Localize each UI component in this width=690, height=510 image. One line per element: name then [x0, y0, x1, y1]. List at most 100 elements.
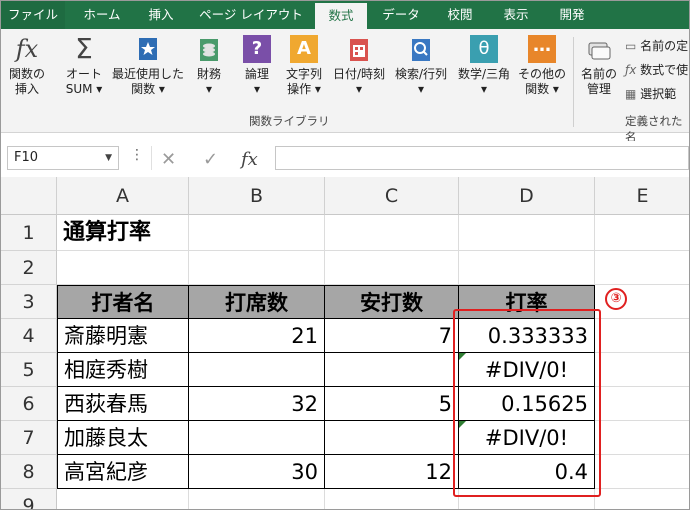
- excel-window: ファイル ホーム 挿入 ページ レイアウト 数式 データ 校閲 表示 開発 fx…: [0, 0, 690, 510]
- formula-input[interactable]: [275, 146, 689, 170]
- date-time-button[interactable]: 日付/時刻 ▾: [329, 35, 389, 97]
- table-row-hits[interactable]: [325, 421, 459, 455]
- cell-c2[interactable]: [325, 251, 459, 285]
- cell-e6[interactable]: [595, 387, 689, 421]
- ribbon-tab-bar: ファイル ホーム 挿入 ページ レイアウト 数式 データ 校閲 表示 開発: [1, 1, 689, 29]
- tab-page-layout[interactable]: ページ レイアウト: [193, 1, 309, 29]
- cell-a9[interactable]: [57, 489, 189, 509]
- name-tag-icon: ▭: [625, 39, 641, 53]
- table-row-name[interactable]: 高宮紀彦: [57, 455, 189, 489]
- tab-data[interactable]: データ: [373, 1, 429, 29]
- tab-home[interactable]: ホーム: [73, 1, 131, 29]
- theta-book-icon: θ: [470, 35, 498, 63]
- table-row-hits[interactable]: 12: [325, 455, 459, 489]
- table-row-name[interactable]: 西荻春馬: [57, 387, 189, 421]
- table-header-batter[interactable]: 打者名: [57, 285, 189, 319]
- table-row-hits[interactable]: 5: [325, 387, 459, 421]
- create-from-selection-button[interactable]: ▦ 選択範: [625, 85, 676, 102]
- table-row-name[interactable]: 加藤良太: [57, 421, 189, 455]
- column-header-e[interactable]: E: [595, 177, 689, 215]
- use-in-formula-button[interactable]: ƒx 数式で使: [625, 61, 688, 78]
- column-header-d[interactable]: D: [459, 177, 595, 215]
- function-library-group-label: 関数ライブラリ: [249, 114, 330, 128]
- text-book-icon: A: [290, 35, 318, 63]
- define-name-button[interactable]: ▭ 名前の定: [625, 37, 688, 54]
- table-row-at-bats[interactable]: [189, 421, 325, 455]
- tab-formulas[interactable]: 数式: [315, 3, 367, 29]
- cancel-icon[interactable]: ✕: [161, 149, 176, 170]
- cell-d1[interactable]: [459, 215, 595, 251]
- cell-a2[interactable]: [57, 251, 189, 285]
- row-header-6[interactable]: 6: [1, 387, 57, 421]
- cell-b2[interactable]: [189, 251, 325, 285]
- row-header-2[interactable]: 2: [1, 251, 57, 285]
- cell-e1[interactable]: [595, 215, 689, 251]
- cell-a1-title[interactable]: 通算打率: [57, 215, 189, 251]
- tab-insert[interactable]: 挿入: [135, 1, 187, 29]
- column-header-a[interactable]: A: [57, 177, 189, 215]
- fx-small-icon: ƒx: [625, 63, 641, 77]
- sigma-icon: Σ: [75, 32, 93, 65]
- recently-used-button[interactable]: 最近使用した 関数 ▾: [109, 35, 187, 97]
- insert-function-icon[interactable]: fx: [241, 149, 258, 170]
- formula-bar: F10 ▼ ⋮ ✕ ✓ fx: [1, 141, 689, 173]
- table-row-at-bats[interactable]: [189, 353, 325, 387]
- name-box[interactable]: F10 ▼: [7, 146, 119, 170]
- cell-b1[interactable]: [189, 215, 325, 251]
- text-functions-button[interactable]: A 文字列 操作 ▾: [281, 35, 327, 97]
- row-header-3[interactable]: 3: [1, 285, 57, 319]
- row-header-8[interactable]: 8: [1, 455, 57, 489]
- cell-e2[interactable]: [595, 251, 689, 285]
- table-row-at-bats[interactable]: 32: [189, 387, 325, 421]
- tab-review[interactable]: 校閲: [435, 1, 485, 29]
- lookup-reference-button[interactable]: 検索/行列 ▾: [391, 35, 451, 97]
- fx-icon: fx: [15, 35, 39, 63]
- more-functions-button[interactable]: … その他の 関数 ▾: [517, 35, 567, 97]
- grid-select-icon: ▦: [625, 87, 641, 101]
- cell-b9[interactable]: [189, 489, 325, 509]
- vertical-dots-icon: ⋮: [130, 147, 144, 163]
- cell-e4[interactable]: [595, 319, 689, 353]
- math-trig-button[interactable]: θ 数学/三角 ▾: [453, 35, 515, 97]
- enter-check-icon[interactable]: ✓: [203, 149, 218, 170]
- row-header-1[interactable]: 1: [1, 215, 57, 251]
- row-header-9[interactable]: 9: [1, 489, 57, 509]
- row-header-4[interactable]: 4: [1, 319, 57, 353]
- cell-c9[interactable]: [325, 489, 459, 509]
- question-book-icon: ?: [243, 35, 271, 63]
- table-row-hits[interactable]: [325, 353, 459, 387]
- autosum-button[interactable]: Σ オート SUM ▾: [59, 35, 109, 97]
- table-row-at-bats[interactable]: 30: [189, 455, 325, 489]
- coins-icon: [200, 39, 218, 61]
- column-header-c[interactable]: C: [325, 177, 459, 215]
- row-header-7[interactable]: 7: [1, 421, 57, 455]
- table-header-plate-appearances[interactable]: 打席数: [189, 285, 325, 319]
- chevron-down-icon: ▼: [105, 153, 112, 163]
- cell-d2[interactable]: [459, 251, 595, 285]
- calendar-icon: [350, 39, 368, 61]
- select-all-corner[interactable]: [1, 177, 57, 215]
- cell-c1[interactable]: [325, 215, 459, 251]
- cell-e8[interactable]: [595, 455, 689, 489]
- logical-button[interactable]: ? 論理 ▾: [237, 35, 277, 97]
- name-manager-button[interactable]: 名前の 管理: [577, 35, 621, 97]
- column-header-b[interactable]: B: [189, 177, 325, 215]
- cell-e5[interactable]: [595, 353, 689, 387]
- financial-button[interactable]: 財務 ▾: [189, 35, 229, 97]
- name-tags-icon: [588, 42, 611, 60]
- table-header-hits[interactable]: 安打数: [325, 285, 459, 319]
- table-row-hits[interactable]: 7: [325, 319, 459, 353]
- tab-developer[interactable]: 開発: [547, 1, 597, 29]
- step-marker: ③: [605, 288, 627, 310]
- insert-function-button[interactable]: fx 関数の 挿入: [5, 35, 49, 97]
- table-row-at-bats[interactable]: 21: [189, 319, 325, 353]
- cell-e7[interactable]: [595, 421, 689, 455]
- table-row-name[interactable]: 斎藤明憲: [57, 319, 189, 353]
- highlight-box: [453, 309, 601, 497]
- ribbon: fx 関数の 挿入 Σ オート SUM ▾ 最近使用した 関数 ▾ 財務 ▾ ?…: [1, 29, 689, 144]
- tab-file[interactable]: ファイル: [1, 1, 65, 29]
- row-header-5[interactable]: 5: [1, 353, 57, 387]
- cell-e9[interactable]: [595, 489, 689, 509]
- tab-view[interactable]: 表示: [491, 1, 541, 29]
- table-row-name[interactable]: 相庭秀樹: [57, 353, 189, 387]
